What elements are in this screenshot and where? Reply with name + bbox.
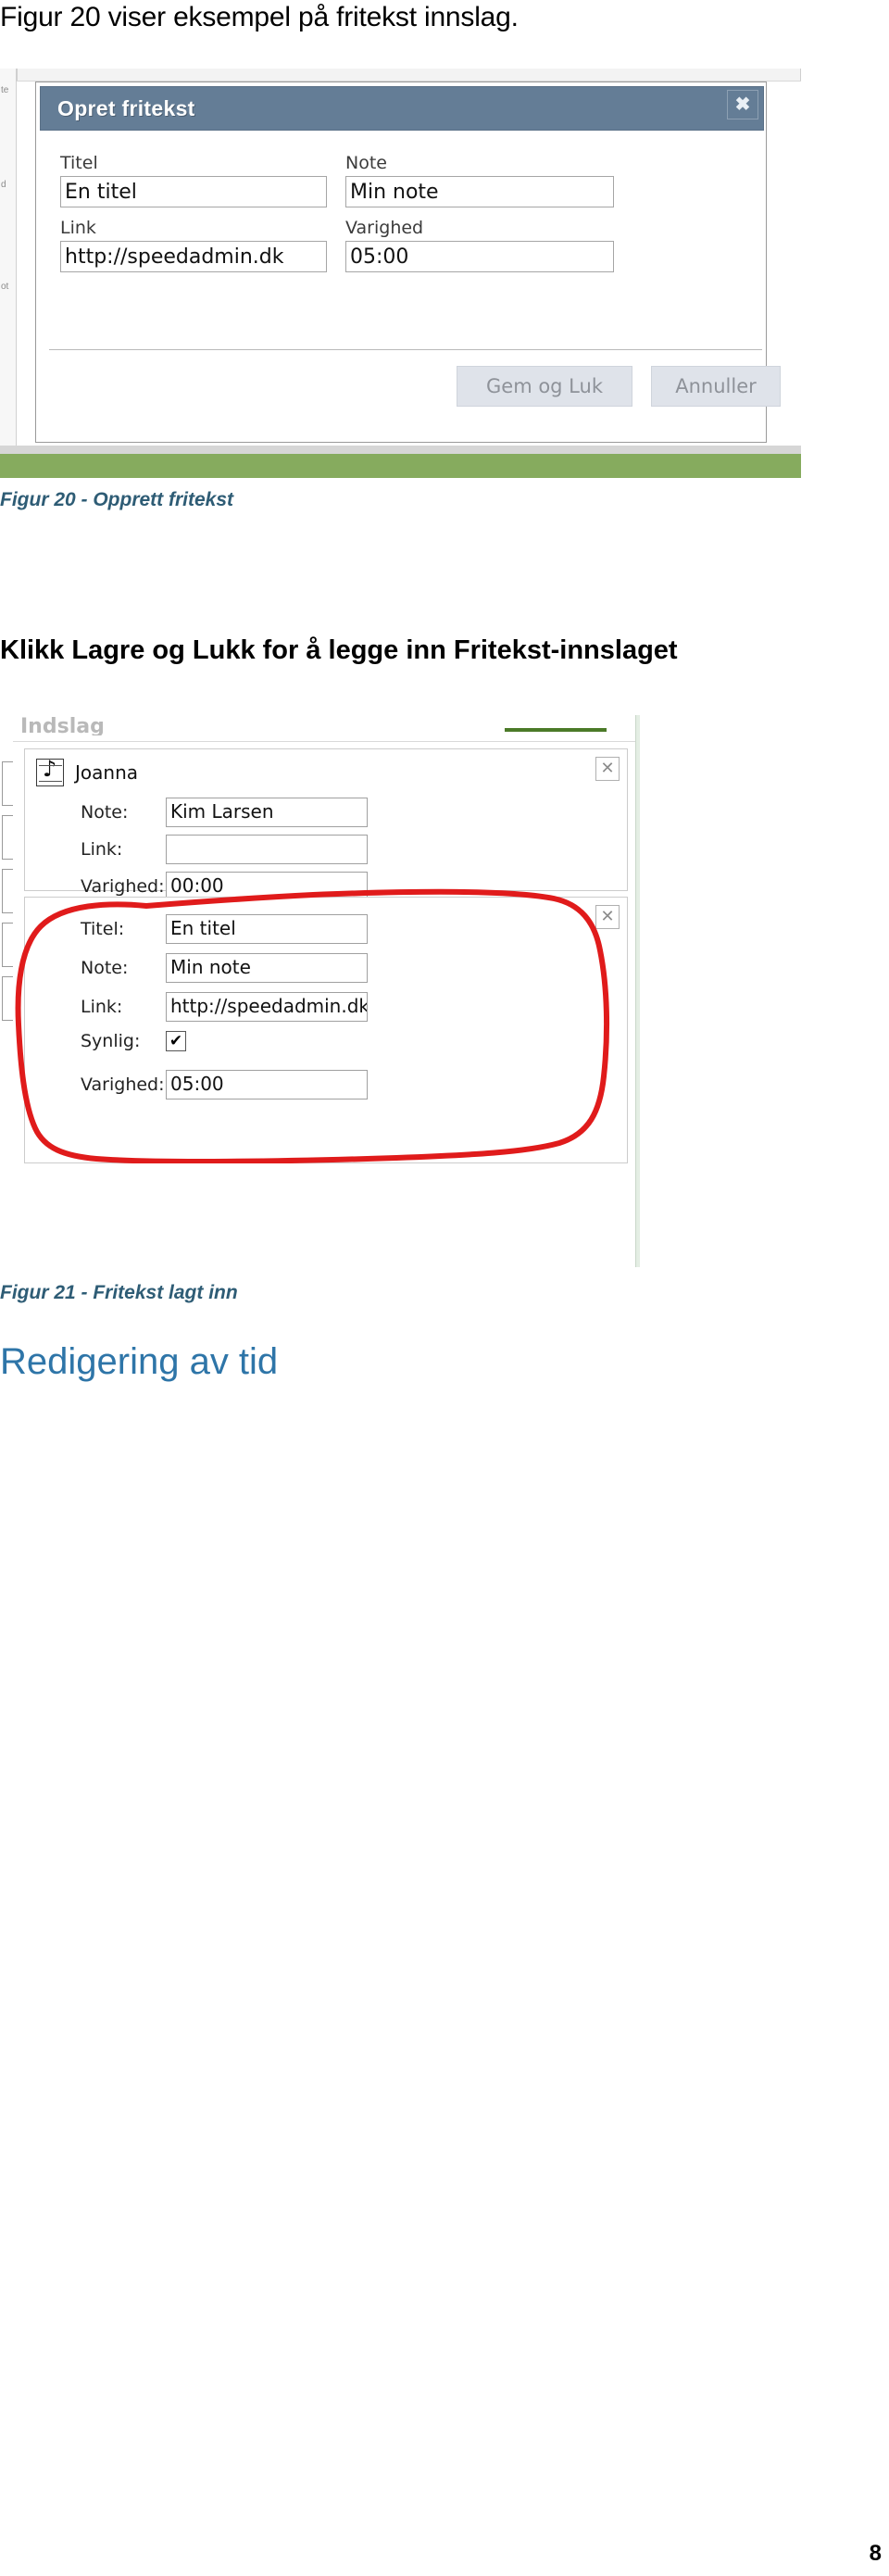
row-titel-input[interactable]: En titel [166,914,368,944]
gutter-bracket [2,976,13,1021]
row-varighed: Varighed: 05:00 [81,1070,368,1100]
titel-input[interactable]: En titel [60,176,327,207]
dialog-title: Opret fritekst [57,95,195,120]
row-link-input[interactable]: http://speedadmin.dk [166,992,368,1022]
gutter-label-2: ot [1,282,9,292]
row-synlig-label: Synlig: [81,1031,141,1051]
link-input[interactable]: http://speedadmin.dk [60,241,327,272]
figure-21-caption: Figur 21 - Fritekst lagt inn [0,1282,238,1303]
dialog-body: Titel En titel Note Min note Link http:/… [40,136,781,407]
row-note-label: Note: [81,802,129,823]
varighed-input[interactable]: 05:00 [345,241,614,272]
screenshot-green-bar [0,454,801,478]
row-link: Link: [81,835,368,864]
page-title: Redigering av tid [0,1341,279,1382]
section-divider [13,741,635,742]
row-synlig: Synlig: ✔ [81,1031,186,1051]
close-icon[interactable]: ✖ [727,90,758,119]
figure-20-screenshot: te d ot Opret fritekst ✖ Titel En titel … [0,69,801,478]
figure-20-caption: Figur 20 - Opprett fritekst [0,489,234,510]
synlig-checkbox[interactable]: ✔ [166,1031,186,1051]
panel-right-edge [635,715,640,1267]
row-note-input[interactable]: Min note [166,953,368,983]
gutter-label-0: te [1,85,9,95]
field-titel: Titel En titel [60,153,327,207]
dialog-titlebar: Opret fritekst [40,86,764,131]
green-underline [505,728,607,732]
dialog-footer: Gem og Luk Annuller [40,366,781,421]
row-titel-label: Titel: [81,919,125,939]
note-input[interactable]: Min note [345,176,614,207]
row-varighed-input[interactable]: 05:00 [166,1070,368,1100]
field-titel-label: Titel [60,153,98,173]
opret-fritekst-dialog: Opret fritekst ✖ Titel En titel Note Min… [35,82,781,443]
gem-og-luk-button[interactable]: Gem og Luk [457,366,632,407]
field-varighed: Varighed 05:00 [345,218,614,272]
row-link-label: Link: [81,997,123,1017]
field-note-label: Note [345,153,387,173]
row-link: Link: http://speedadmin.dk [81,992,368,1022]
gutter-label-1: d [1,180,6,190]
gutter-bracket [2,761,13,806]
music-note-icon [36,756,64,786]
intro-paragraph: Figur 20 viser eksempel på fritekst inns… [0,2,519,32]
background-left-gutter: te d ot [0,69,17,458]
row-note: Note: Min note [81,953,368,983]
gutter-bracket [2,923,13,967]
gutter-bracket [2,815,13,860]
row-note-input[interactable]: Kim Larsen [166,798,368,827]
card-title: Joanna [75,761,138,784]
background-column-ticks [17,69,801,81]
row-link-input[interactable] [166,835,368,864]
bold-instruction: Klikk Lagre og Lukk for å legge inn Frit… [0,635,678,665]
screenshot-grey-bar [0,446,801,454]
close-icon[interactable]: ✕ [595,905,620,929]
row-titel: Titel: En titel [81,914,368,944]
field-varighed-label: Varighed [345,218,424,238]
list-item[interactable]: Joanna ✕ Note: Kim Larsen Link: Varighed… [24,748,628,901]
row-note: Note: Kim Larsen [81,798,368,827]
row-note-label: Note: [81,958,129,978]
field-link-label: Link [60,218,96,238]
faded-section-header: Indslag [20,715,105,735]
list-item[interactable]: ✕ Titel: En titel Note: Min note Link: h… [24,897,628,1163]
dialog-separator [49,349,762,350]
row-link-label: Link: [81,839,123,860]
annuller-button[interactable]: Annuller [651,366,781,407]
gutter-bracket [2,869,13,913]
row-varighed-label: Varighed: [81,1074,165,1095]
card-header: Joanna [36,756,138,786]
field-note: Note Min note [345,153,614,207]
close-icon[interactable]: ✕ [595,757,620,781]
field-link: Link http://speedadmin.dk [60,218,327,272]
background-toolbar-strip [0,69,801,82]
page-number: 8 [869,2541,882,2566]
figure-21-screenshot: Indslag Joanna ✕ Note: Kim Larsen Link: … [0,715,648,1267]
row-varighed-label: Varighed: [81,876,165,897]
